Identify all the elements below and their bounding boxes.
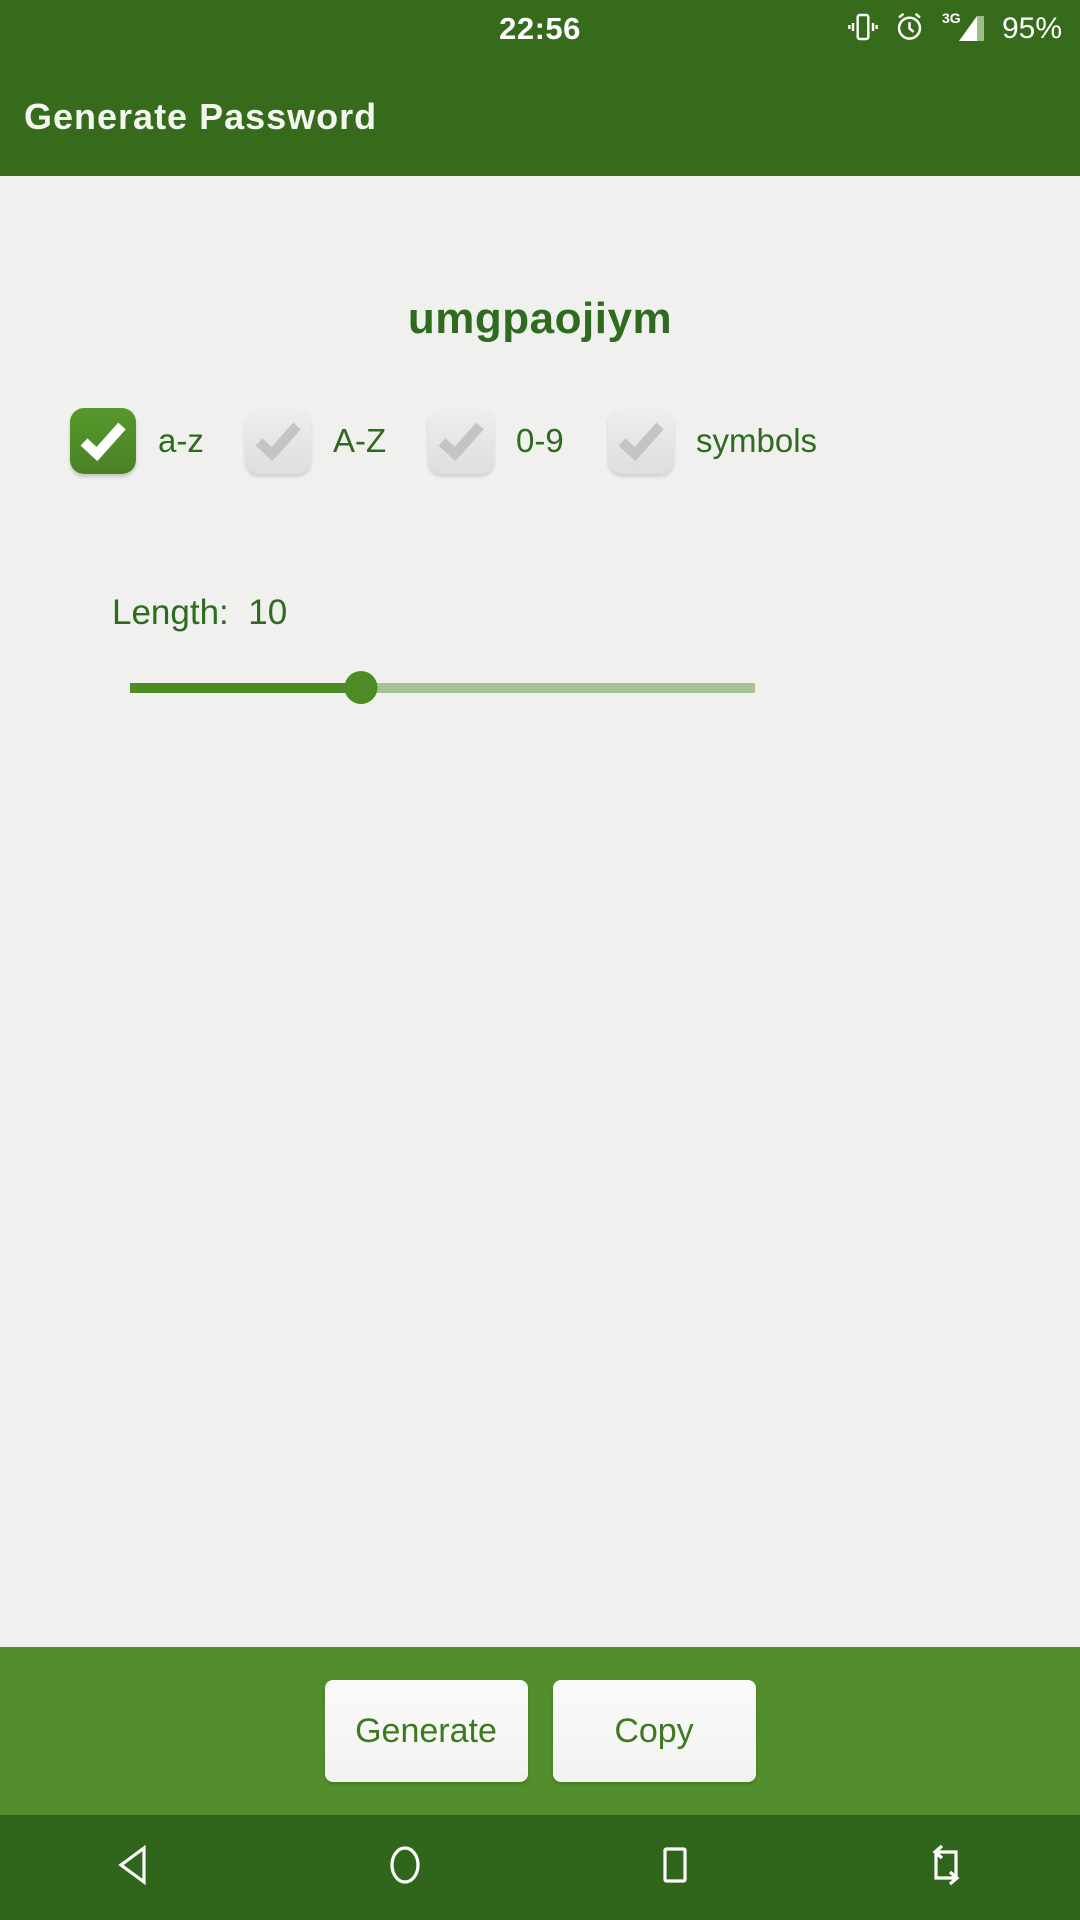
charset-options-row: a-z A-Z 0-9 symbols xyxy=(70,408,1010,486)
generate-button[interactable]: Generate xyxy=(324,1680,528,1782)
generated-password-text: umgpaojiym xyxy=(407,294,673,343)
checkbox-label-lowercase: a-z xyxy=(158,422,204,459)
vibrate-icon xyxy=(847,11,879,48)
phone-screen: 22:56 3G 95% Generate Password umgpaojiy… xyxy=(0,0,1080,1920)
slider-fill xyxy=(130,683,362,693)
nav-recents-button[interactable] xyxy=(540,1815,810,1920)
checkbox-box-lowercase[interactable] xyxy=(70,408,136,474)
navigation-bar xyxy=(0,1815,1080,1920)
home-icon xyxy=(378,1838,432,1897)
checkbox-box-symbols[interactable] xyxy=(608,408,674,474)
battery-percentage: 95% xyxy=(1001,12,1062,45)
nav-rotate-button[interactable] xyxy=(810,1815,1080,1920)
nav-back-button[interactable] xyxy=(0,1815,270,1920)
check-icon xyxy=(438,422,484,462)
checkbox-label-digits: 0-9 xyxy=(516,422,564,459)
checkbox-box-uppercase[interactable] xyxy=(245,408,311,474)
main-content: umgpaojiym a-z A-Z 0-9 symbols Length: 1… xyxy=(0,176,1080,1647)
length-slider[interactable] xyxy=(130,670,755,704)
alarm-icon xyxy=(893,10,926,48)
length-label: Length: 10 xyxy=(112,593,288,632)
checkbox-item-uppercase[interactable]: A-Z xyxy=(245,408,386,474)
checkbox-label-uppercase: A-Z xyxy=(333,422,387,459)
checkbox-item-symbols[interactable]: symbols xyxy=(608,408,817,474)
checkbox-item-digits[interactable]: 0-9 xyxy=(428,408,564,474)
page-title: Generate Password xyxy=(24,96,378,137)
check-icon xyxy=(255,422,301,462)
check-icon xyxy=(618,422,664,462)
nav-home-button[interactable] xyxy=(270,1815,540,1920)
network-type-label: 3G xyxy=(942,10,961,26)
copy-button[interactable]: Copy xyxy=(552,1680,756,1782)
app-bar: Generate Password xyxy=(0,58,1080,176)
checkbox-label-symbols: symbols xyxy=(696,422,818,459)
recents-icon xyxy=(648,1838,702,1897)
status-icons: 3G 95% xyxy=(847,0,1062,58)
back-icon xyxy=(108,1838,162,1897)
checkbox-item-lowercase[interactable]: a-z xyxy=(70,408,204,474)
rotate-icon xyxy=(916,1836,974,1899)
slider-thumb[interactable] xyxy=(344,671,378,704)
action-bar: Generate Copy xyxy=(0,1647,1080,1815)
check-icon xyxy=(80,422,126,462)
signal-icon: 3G xyxy=(940,10,986,49)
status-bar: 22:56 3G 95% xyxy=(0,0,1080,58)
checkbox-box-digits[interactable] xyxy=(428,408,494,474)
